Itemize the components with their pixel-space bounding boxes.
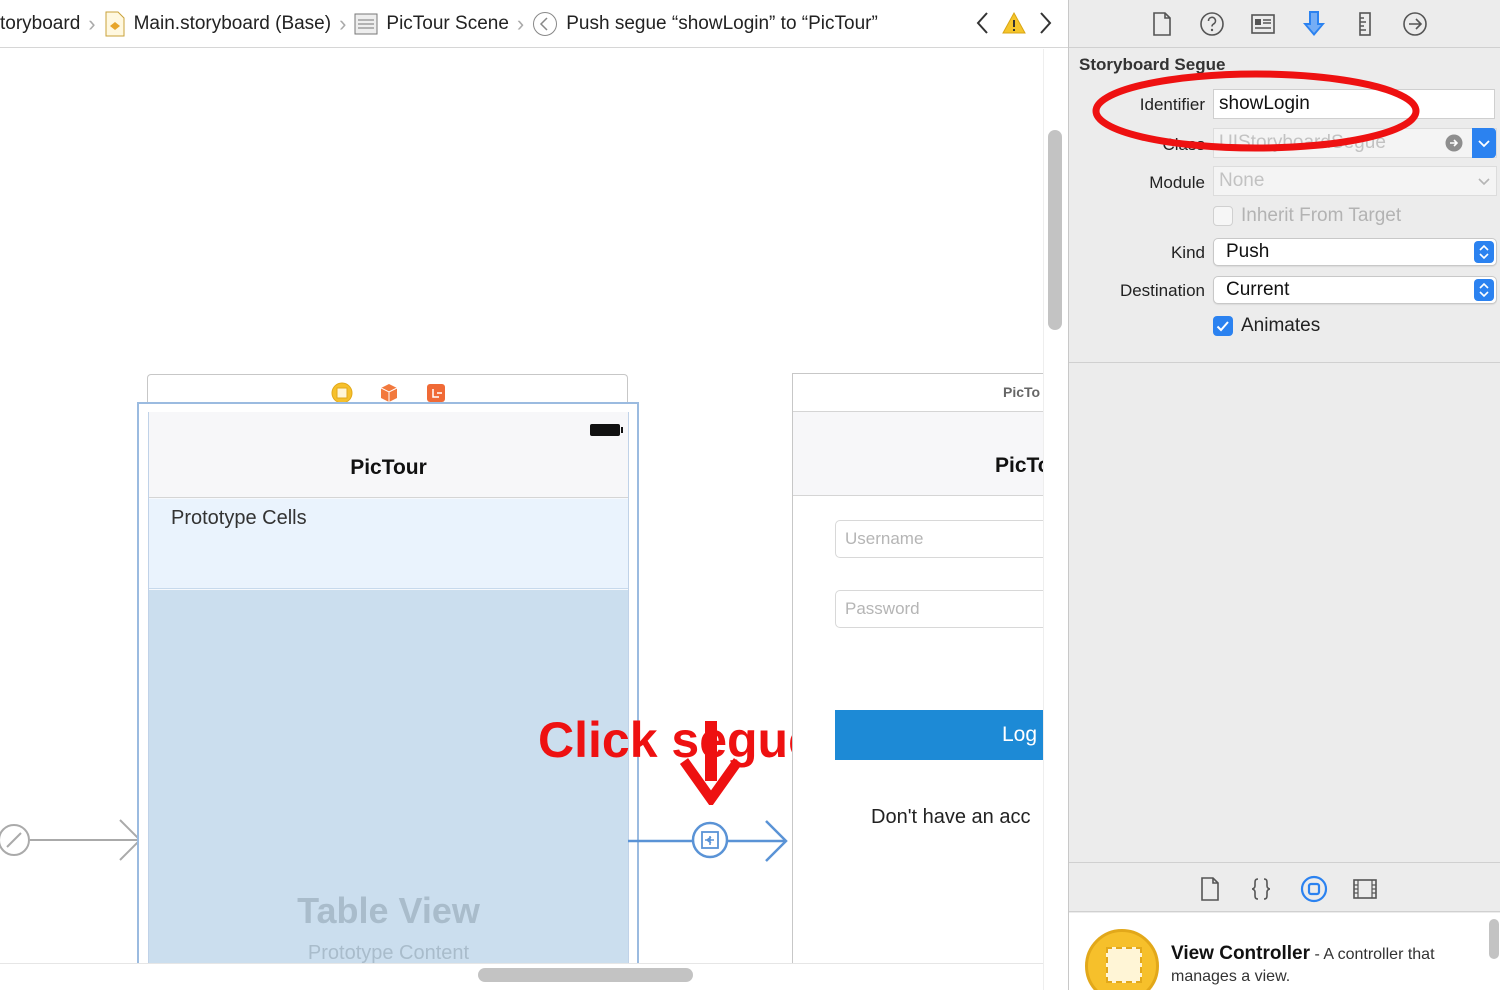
breadcrumb: toryboard › Main.storyboard (Base) › Pic…: [0, 0, 1068, 48]
breadcrumb-item-main-storyboard[interactable]: Main.storyboard (Base): [104, 11, 331, 37]
chevron-right-icon: ›: [339, 10, 347, 36]
view-controller-icon: [1085, 929, 1159, 990]
breadcrumb-item-segue[interactable]: Push segue “showLogin” to “PicTour”: [532, 11, 878, 37]
checkmark-icon: [1216, 321, 1229, 332]
annotation-label: Click segue: [538, 712, 816, 768]
object-library-icon[interactable]: [1300, 875, 1328, 903]
prototype-cells-label: Prototype Cells: [171, 507, 307, 529]
breadcrumb-label: Push segue “showLogin” to “PicTour”: [566, 12, 878, 34]
prototype-cells-header[interactable]: Prototype Cells: [149, 499, 628, 589]
warning-icon[interactable]: [1002, 11, 1026, 35]
login-button[interactable]: Log: [835, 710, 1043, 760]
library-tabs: [1069, 862, 1500, 912]
object-library[interactable]: View Controller - A controller that mana…: [1069, 913, 1500, 990]
view-icon-inner: [1106, 947, 1142, 983]
nav-title: PicTour: [350, 456, 427, 479]
size-inspector-icon[interactable]: [1350, 9, 1380, 39]
library-scroll-thumb[interactable]: [1489, 919, 1499, 959]
storyboard-segue-section: Storyboard Segue Identifier showLogin Cl…: [1069, 49, 1500, 363]
login-scene[interactable]: PicTo PicTo Username Password Log Don't …: [792, 373, 1043, 963]
arrow-down-icon: [680, 721, 742, 805]
nav-title: PicTo: [995, 454, 1043, 477]
scene-header-label: PicTo: [1003, 384, 1041, 400]
updown-stepper-icon: [1474, 279, 1494, 301]
destination-label: Destination: [1119, 281, 1205, 300]
segue-icon[interactable]: [691, 821, 731, 861]
navigation-bar: PicTour: [149, 412, 628, 498]
battery-icon: [590, 424, 623, 436]
inspector-tabs: [1069, 0, 1500, 48]
destination-popup[interactable]: Current: [1213, 276, 1497, 304]
scene-dock: [147, 374, 628, 404]
breadcrumb-item-storyboard[interactable]: toryboard: [0, 13, 80, 35]
kind-value: Push: [1226, 241, 1270, 262]
highlight-ellipse: [1092, 70, 1420, 152]
animates-checkbox[interactable]: [1213, 316, 1233, 336]
table-view-label: Table View: [297, 890, 480, 931]
first-responder-icon[interactable]: [378, 382, 400, 404]
connections-inspector-icon[interactable]: [1400, 9, 1430, 39]
chevron-right-icon[interactable]: [1036, 8, 1054, 38]
kind-label: Kind: [1170, 243, 1205, 262]
breadcrumb-label: Main.storyboard (Base): [133, 12, 332, 34]
vertical-scroll-thumb[interactable]: [1048, 130, 1062, 330]
username-field[interactable]: Username: [835, 520, 1043, 558]
table-view[interactable]: Table View Prototype Content: [149, 590, 628, 963]
inherit-checkbox[interactable]: [1213, 206, 1233, 226]
view-controller-icon[interactable]: [331, 382, 353, 404]
breadcrumb-item-scene[interactable]: PicTour Scene: [354, 12, 509, 36]
chevron-left-icon[interactable]: [974, 8, 992, 38]
issue-navigation: [974, 8, 1054, 38]
animates-label: Animates: [1241, 315, 1321, 336]
horizontal-scroll-thumb[interactable]: [478, 968, 693, 982]
chevron-right-icon: ›: [516, 10, 525, 36]
signup-label: Don't have an acc: [871, 806, 1031, 828]
inherit-label: Inherit From Target: [1241, 205, 1402, 226]
scene-content: PicTour Prototype Cells Table View Proto…: [148, 412, 629, 963]
module-field[interactable]: None: [1213, 166, 1497, 196]
prototype-content-label: Prototype Content: [307, 942, 470, 963]
storyboard-file-icon: [105, 11, 125, 36]
breadcrumb-label: PicTour Scene: [386, 12, 509, 34]
help-icon[interactable]: [1197, 9, 1227, 39]
xcode-window: toryboard › Main.storyboard (Base) › Pic…: [0, 0, 1500, 990]
exit-icon[interactable]: [425, 382, 447, 404]
library-item[interactable]: View Controller - A controller that mana…: [1171, 943, 1471, 988]
identity-inspector-icon[interactable]: [1248, 9, 1278, 39]
media-library-icon[interactable]: [1352, 877, 1378, 901]
file-inspector-icon[interactable]: [1147, 9, 1177, 39]
kind-popup[interactable]: Push: [1213, 238, 1497, 266]
module-label: Module: [1149, 173, 1205, 192]
chevron-down-icon: [1478, 140, 1490, 148]
go-to-class-icon[interactable]: [1444, 133, 1464, 153]
scene-icon: [354, 13, 378, 34]
file-template-icon[interactable]: [1199, 876, 1221, 902]
library-item-name: View Controller: [1171, 943, 1311, 964]
inspector-panel: Storyboard Segue Identifier showLogin Cl…: [1068, 0, 1500, 990]
initial-scene-arrow: [0, 819, 142, 861]
breadcrumb-label: toryboard: [0, 12, 81, 34]
segue-back-icon: [533, 11, 558, 36]
scene-header: PicTo: [793, 374, 1043, 412]
navigation-bar: PicTo: [793, 412, 1043, 496]
destination-value: Current: [1226, 279, 1290, 300]
password-field[interactable]: Password: [835, 590, 1043, 628]
module-value: None: [1219, 170, 1265, 191]
class-dropdown-button[interactable]: [1472, 128, 1496, 158]
storyboard-canvas[interactable]: PicTour Prototype Cells Table View Proto…: [0, 49, 1043, 963]
table-view-controller-scene[interactable]: PicTour Prototype Cells Table View Proto…: [137, 402, 639, 963]
chevron-down-icon: [1478, 178, 1490, 186]
updown-stepper-icon: [1474, 241, 1494, 263]
attributes-inspector-icon[interactable]: [1299, 9, 1329, 39]
chevron-right-icon: ›: [88, 10, 96, 36]
code-snippet-icon[interactable]: [1250, 876, 1272, 902]
